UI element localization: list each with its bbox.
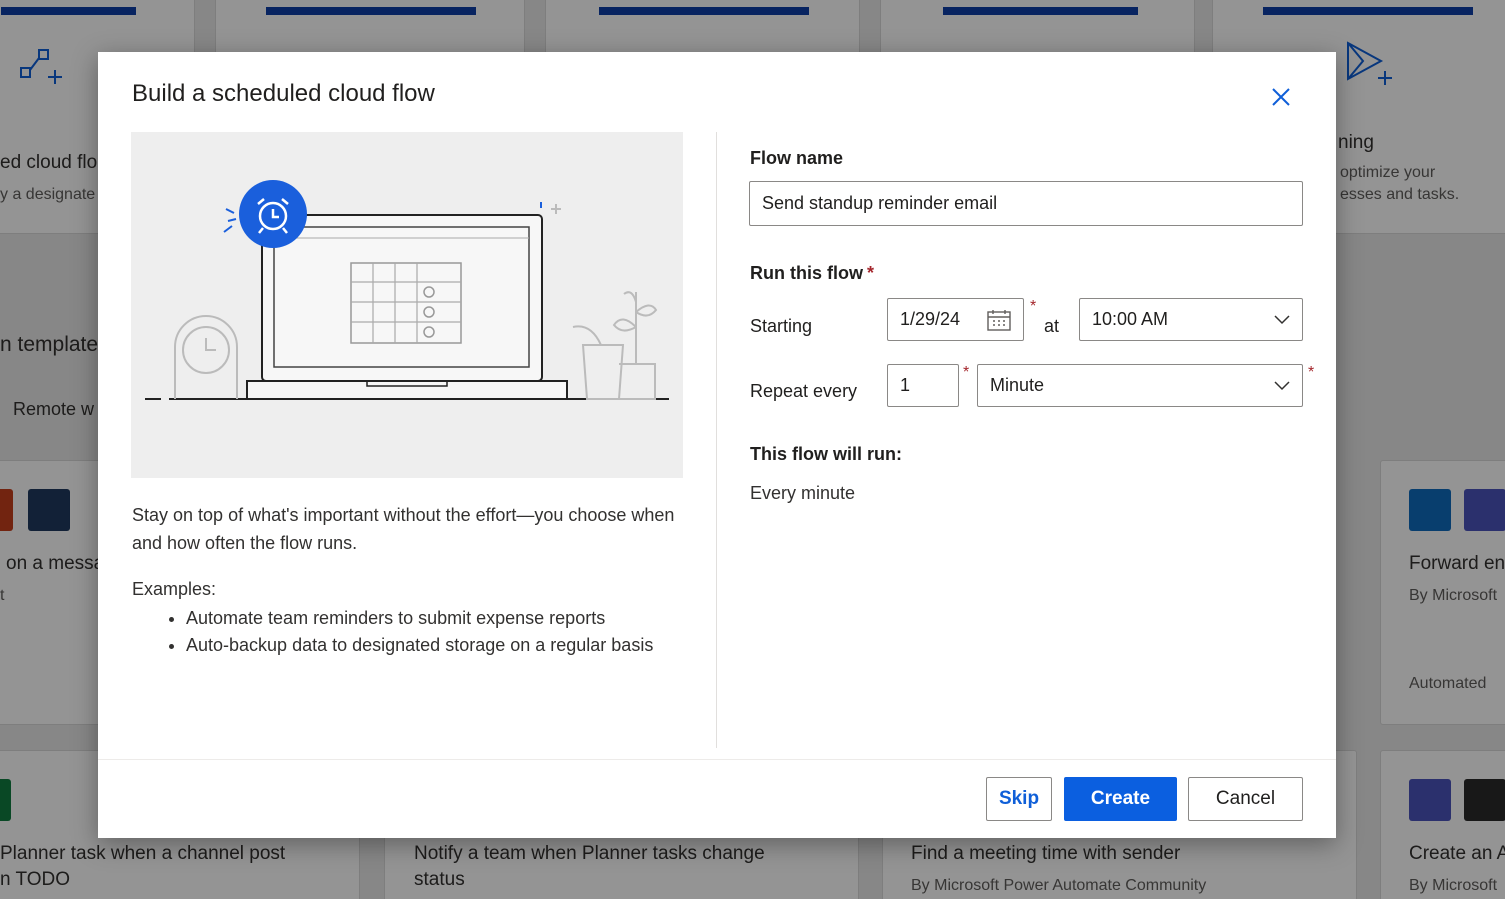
skip-button[interactable]: Skip bbox=[986, 777, 1052, 821]
laptop-clock-illustration bbox=[145, 180, 669, 400]
required-mark: * bbox=[963, 364, 970, 381]
flow-name-label: Flow name bbox=[750, 148, 844, 168]
repeat-unit-value: Minute bbox=[990, 375, 1045, 395]
repeat-interval-value: 1 bbox=[900, 375, 911, 395]
close-button[interactable] bbox=[1266, 82, 1296, 112]
required-mark: * bbox=[1030, 298, 1037, 315]
repeat-every-label: Repeat every bbox=[750, 381, 858, 401]
build-flow-dialog: Build a scheduled cloud flow Stay on top… bbox=[98, 52, 1336, 838]
start-time-dropdown[interactable]: 10:00 AM bbox=[1079, 298, 1303, 341]
examples-label: Examples: bbox=[132, 579, 217, 599]
chevron-down-icon bbox=[1274, 380, 1290, 390]
start-date-picker[interactable]: 1/29/24 bbox=[887, 298, 1024, 341]
starting-label: Starting bbox=[750, 316, 813, 336]
start-date-value: 1/29/24 bbox=[900, 309, 961, 329]
examples-list: Automate team reminders to submit expens… bbox=[186, 605, 666, 659]
vertical-divider bbox=[716, 132, 717, 748]
start-time-value: 10:00 AM bbox=[1092, 309, 1169, 329]
close-icon bbox=[1272, 88, 1290, 106]
required-mark: * bbox=[1308, 364, 1315, 381]
run-label-text: Run this flow bbox=[750, 263, 863, 283]
flow-name-value: Send standup reminder email bbox=[762, 193, 998, 213]
run-this-flow-label: Run this flow * bbox=[750, 263, 874, 284]
flow-name-field[interactable]: Send standup reminder email bbox=[749, 181, 1303, 226]
calendar-icon[interactable] bbox=[987, 309, 1011, 331]
dialog-description: Stay on top of what's important without … bbox=[132, 505, 675, 553]
chevron-down-icon bbox=[1274, 314, 1290, 324]
cancel-button[interactable]: Cancel bbox=[1188, 777, 1303, 821]
repeat-interval-field[interactable]: 1 bbox=[887, 364, 959, 407]
create-button[interactable]: Create bbox=[1064, 777, 1177, 821]
at-label: at bbox=[1044, 316, 1060, 336]
footer-divider bbox=[98, 759, 1336, 760]
flow-summary-label: This flow will run: bbox=[750, 444, 902, 464]
required-mark: * bbox=[866, 263, 874, 283]
dialog-title: Build a scheduled cloud flow bbox=[132, 80, 435, 107]
repeat-unit-dropdown[interactable]: Minute bbox=[977, 364, 1303, 407]
list-item: Automate team reminders to submit expens… bbox=[186, 605, 666, 632]
schedule-illustration bbox=[131, 132, 683, 478]
flow-summary-value: Every minute bbox=[750, 483, 856, 503]
list-item: Auto-backup data to designated storage o… bbox=[186, 632, 666, 659]
